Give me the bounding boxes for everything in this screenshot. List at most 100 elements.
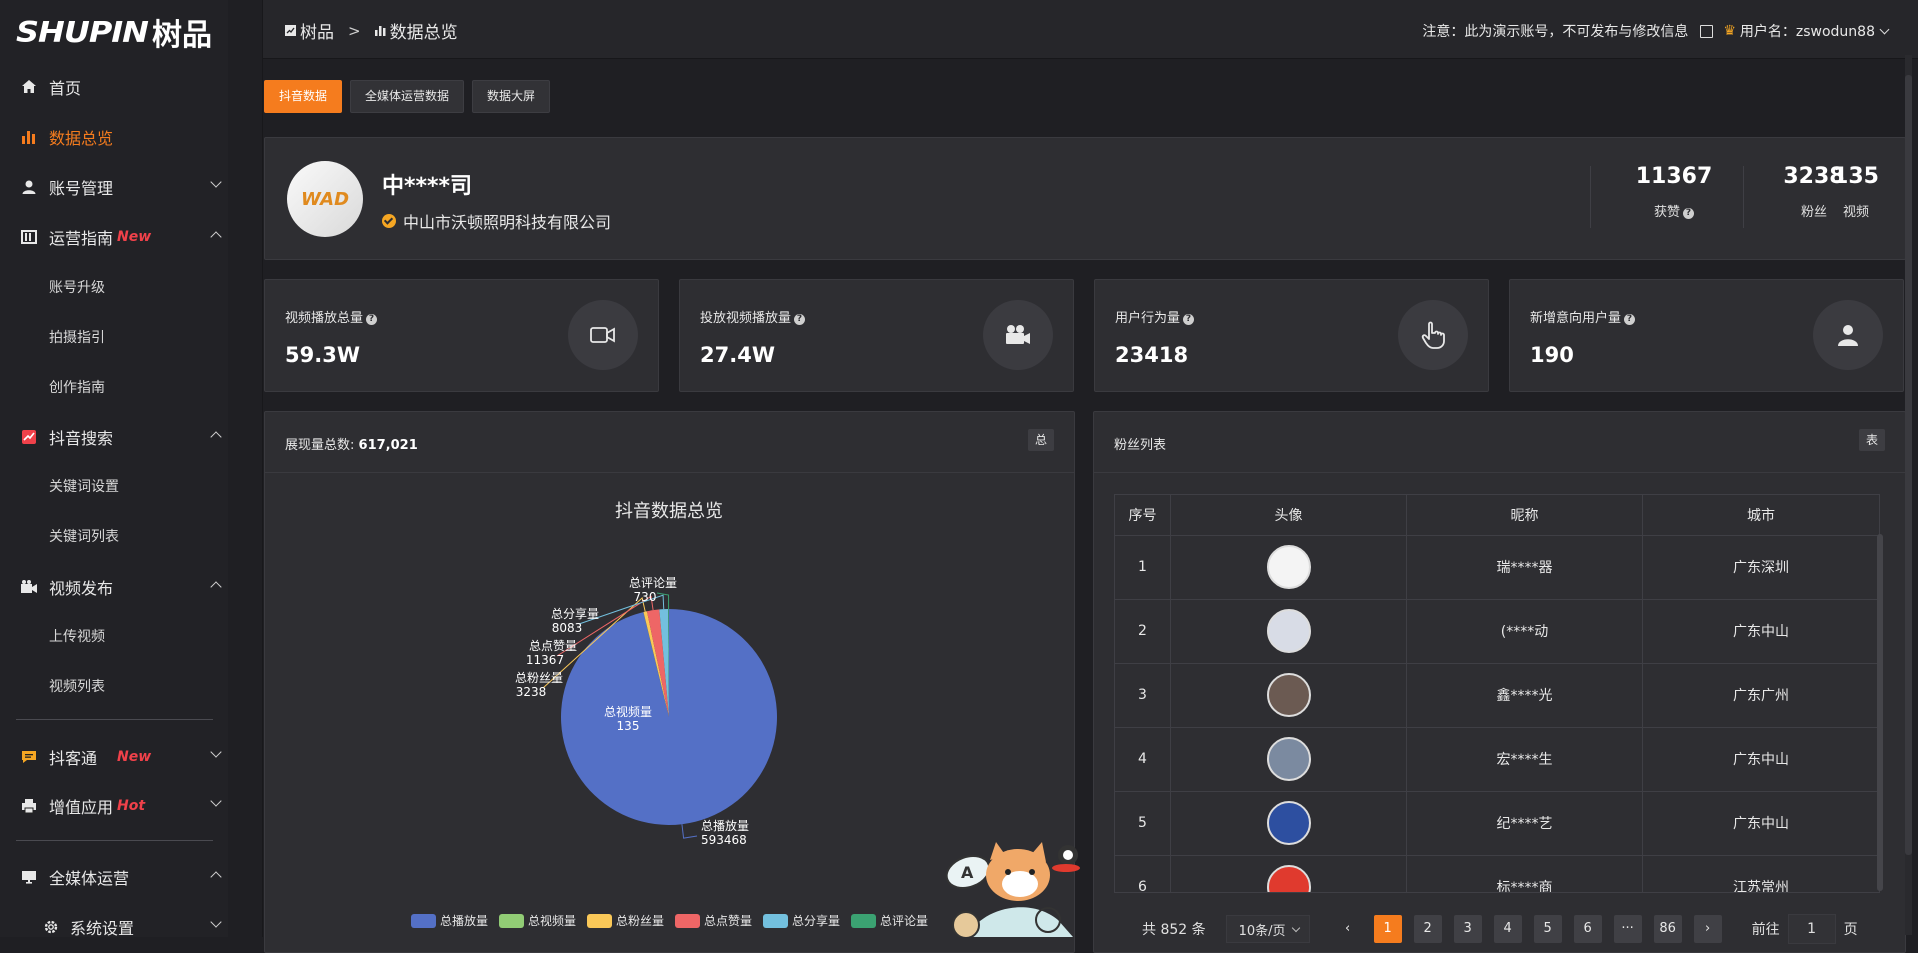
fans-table: 序号 头像 昵称 城市 1 瑞****器 广东深圳 2 (****动 广东中山 3 鑫****… — [1114, 494, 1880, 893]
tab-douyin-data[interactable]: 抖音数据 — [264, 80, 343, 113]
column-header: 城市 — [1747, 508, 1775, 524]
page-number[interactable]: 6 — [1573, 915, 1602, 943]
chevron-down-icon — [210, 795, 222, 807]
data-label-value: 8083 — [552, 621, 583, 635]
card-ad-video-plays: 投放视频播放量? 27.4W — [679, 279, 1074, 392]
next-page-button[interactable]: › — [1693, 915, 1722, 943]
sidebar-item-value-added[interactable]: 增值应用 Hot — [0, 781, 228, 831]
chevron-up-icon — [210, 431, 222, 443]
username[interactable]: 用户名：zswodun88 — [1740, 21, 1875, 41]
help-icon[interactable]: ? — [1624, 314, 1636, 325]
city: 广东中山 — [1733, 624, 1789, 640]
page-number[interactable]: 5 — [1533, 915, 1562, 943]
goto-label: 前往 — [1751, 922, 1780, 938]
sidebar-item-creation[interactable]: 创作指南 — [0, 362, 228, 412]
breadcrumb-current: 数据总览 — [389, 23, 458, 43]
stat-likes: 11367 获赞? — [1604, 164, 1744, 220]
demo-notice: 注意：此为演示账号，不可发布与修改信息 — [1422, 24, 1689, 40]
sidebar-item-all-media[interactable]: 全媒体运营 — [0, 852, 228, 902]
row-number: 4 — [1115, 727, 1171, 791]
logo-word: SHUPIN — [16, 14, 149, 50]
data-label-value: 593468 — [701, 833, 747, 847]
sidebar-item-label: 关键词设置 — [49, 479, 119, 495]
book-icon — [20, 228, 38, 246]
sidebar-item-keyword-list[interactable]: 关键词列表 — [0, 511, 228, 561]
chevron-down-icon[interactable] — [1879, 24, 1890, 34]
sidebar-divider — [16, 840, 213, 841]
help-icon[interactable]: ? — [1183, 314, 1195, 325]
table-row[interactable]: 2 (****动 广东中山 — [1115, 599, 1879, 664]
header-right: 注意：此为演示账号，不可发布与修改信息 ♛ 用户名：zswodun88 — [1422, 21, 1890, 41]
sidebar-item-label: 全媒体运营 — [49, 869, 130, 888]
sidebar-item-guide[interactable]: 运营指南 New — [0, 212, 228, 262]
page-number[interactable]: 4 — [1493, 915, 1522, 943]
chart-title: 抖音数据总览 — [615, 501, 723, 522]
stat-separator — [1590, 166, 1591, 228]
table-row[interactable]: 5 纪****艺 广东中山 — [1115, 791, 1879, 856]
sidebar-item-shooting[interactable]: 拍摄指引 — [0, 312, 228, 362]
goto-page-input[interactable]: 1 — [1787, 914, 1836, 944]
help-icon[interactable]: ? — [366, 314, 378, 325]
table-scrollbar[interactable] — [1877, 534, 1883, 891]
prev-page-button[interactable]: ‹ — [1334, 915, 1362, 943]
sidebar-item-douyin-search[interactable]: 抖音搜索 — [0, 412, 228, 462]
data-label-name: 总分享量 — [551, 606, 599, 621]
sidebar-item-video-list[interactable]: 视频列表 — [0, 661, 228, 711]
printer-icon — [20, 797, 38, 815]
logo[interactable]: SHUPIN 树品 — [16, 12, 212, 53]
card-value: 59.3W — [285, 343, 360, 367]
tab-all-media-data[interactable]: 全媒体运营数据 — [350, 80, 465, 113]
page-number[interactable]: 3 — [1453, 915, 1482, 943]
avatar-cell — [1171, 727, 1407, 791]
stat-value: 11367 — [1635, 164, 1713, 189]
sidebar-item-label: 数据总览 — [49, 129, 114, 148]
sidebar-item-douketong[interactable]: 抖客通 New — [0, 732, 228, 782]
chevron-down-icon — [210, 916, 222, 928]
fullscreen-icon[interactable] — [1700, 24, 1714, 38]
sidebar-item-keyword-settings[interactable]: 关键词设置 — [0, 461, 228, 511]
gear-icon — [42, 918, 60, 936]
total-count: 共 852 条 — [1142, 922, 1206, 938]
page-number[interactable]: 86 — [1653, 915, 1682, 943]
hot-badge: Hot — [117, 798, 146, 814]
table-row[interactable]: 3 鑫****光 广东广州 — [1115, 663, 1879, 728]
avatar — [1266, 545, 1311, 589]
sidebar-item-label: 关键词列表 — [49, 529, 119, 545]
legend-swatch — [675, 914, 700, 928]
table-badge[interactable]: 表 — [1859, 429, 1885, 451]
column-header: 头像 — [1171, 495, 1407, 535]
sidebar-item-overview[interactable]: 数据总览 — [0, 112, 228, 162]
bar-chart-small-icon — [374, 26, 386, 36]
row-number: 1 — [1115, 535, 1171, 599]
mascot-widget[interactable]: A — [938, 820, 1088, 939]
sidebar-item-account[interactable]: 账号管理 — [0, 162, 228, 212]
table-row[interactable]: 4 宏****生 广东中山 — [1115, 727, 1879, 792]
avatar: WAD — [287, 161, 363, 237]
page-scrollbar[interactable] — [1905, 55, 1912, 935]
sidebar-item-home[interactable]: 首页 — [0, 62, 228, 112]
data-label-name: 总点赞量 — [529, 639, 577, 653]
chat-icon — [20, 748, 38, 766]
scrollbar-thumb[interactable] — [1905, 75, 1912, 855]
column-header: 昵称 — [1407, 495, 1643, 535]
sidebar-item-upload-video[interactable]: 上传视频 — [0, 611, 228, 661]
legend-item: 总评论量 — [880, 914, 928, 928]
sidebar-item-video-publish[interactable]: 视频发布 — [0, 562, 228, 612]
stat-videos: 135 视频 — [1811, 164, 1901, 220]
card-value: 23418 — [1115, 343, 1189, 367]
sidebar-item-label: 抖客通 — [49, 749, 98, 768]
sidebar-item-upgrade[interactable]: 账号升级 — [0, 262, 228, 312]
nickname: 鑫****光 — [1407, 663, 1643, 727]
table-row[interactable]: 6 标****商 江苏常州 — [1115, 855, 1879, 892]
help-icon[interactable]: ? — [794, 314, 806, 325]
table-row[interactable]: 1 瑞****器 广东深圳 — [1115, 535, 1879, 600]
page-number[interactable]: 1 — [1373, 915, 1402, 943]
page-number[interactable]: 2 — [1413, 915, 1442, 943]
page-size-select[interactable]: 10条/页 — [1225, 915, 1310, 943]
sidebar-item-system-settings[interactable]: 系统设置 — [0, 902, 228, 952]
tab-big-screen[interactable]: 数据大屏 — [472, 80, 551, 113]
help-icon[interactable]: ? — [1683, 208, 1694, 219]
breadcrumb-home[interactable]: 树品 — [300, 18, 334, 43]
page-ellipsis[interactable]: ··· — [1613, 915, 1642, 943]
trend-icon — [20, 428, 38, 446]
